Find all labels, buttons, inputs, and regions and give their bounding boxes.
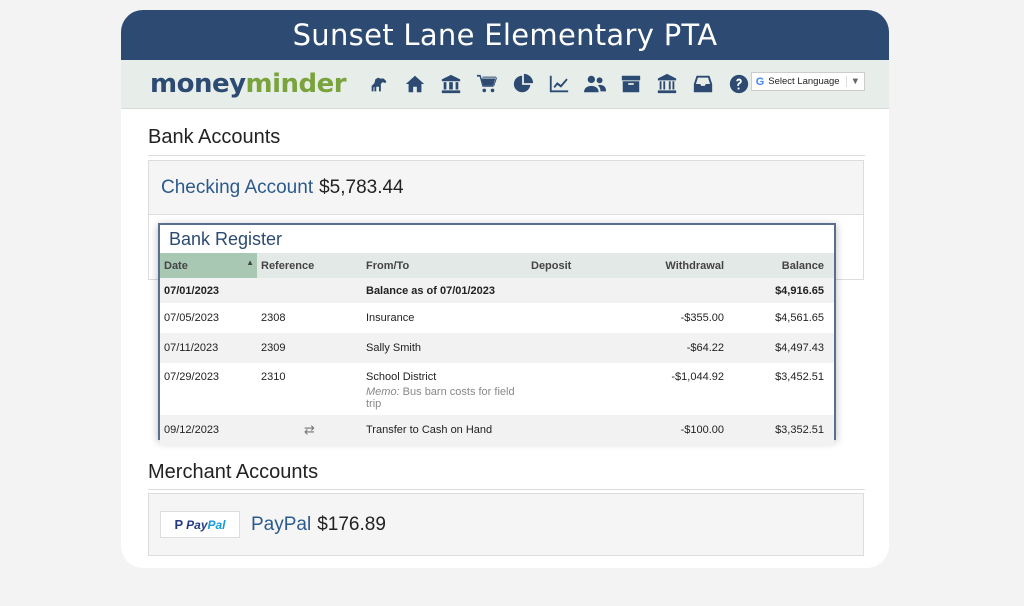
cell-reference: ⇄ (257, 415, 362, 445)
language-selector[interactable]: G Select Language ▼ (750, 72, 865, 91)
inbox-icon[interactable] (686, 68, 720, 100)
cell-withdrawal: -$64.22 (612, 333, 734, 363)
line-chart-icon[interactable] (542, 68, 576, 100)
cell-deposit (527, 303, 612, 333)
paypal-mark-icon: P (174, 517, 184, 532)
column-header-withdrawal[interactable]: Withdrawal (612, 253, 734, 278)
cell-balance: $4,497.43 (734, 333, 834, 363)
cell-from-to: School District Memo: Bus barn costs for… (362, 363, 527, 415)
cell-deposit (527, 278, 612, 303)
horse-icon[interactable] (362, 68, 396, 100)
cell-date: 07/29/2023 (164, 371, 220, 383)
bank-register-popup: Bank Register Date ▲ Reference From/To De… (158, 223, 836, 445)
archive-icon[interactable] (614, 68, 648, 100)
cell-from-to: Balance as of 07/01/2023 (362, 278, 527, 303)
cell-date: 07/11/2023 (160, 333, 257, 363)
cell-reference: 2309 (257, 333, 362, 363)
divider (148, 489, 865, 490)
cell-balance: $3,452.51 (775, 371, 824, 383)
cell-withdrawal: -$1,044.92 (671, 371, 724, 383)
cell-date: 07/01/2023 (160, 278, 257, 303)
main-card: Sunset Lane Elementary PTA moneyminder G… (121, 10, 889, 568)
table-row[interactable]: 07/29/2023 2310 School District Memo: Bu… (160, 363, 834, 415)
logo-part-money: money (150, 69, 246, 99)
cell-deposit (527, 363, 612, 415)
paypal-account-link[interactable]: PayPal (251, 514, 311, 536)
cell-withdrawal: -$100.00 (612, 415, 734, 445)
cell-deposit (527, 333, 612, 363)
bank-icon[interactable] (434, 68, 468, 100)
cell-reference: 2308 (261, 312, 286, 324)
column-header-deposit[interactable]: Deposit (527, 253, 612, 278)
cell-from-to: Sally Smith (362, 333, 527, 363)
column-header-reference[interactable]: Reference (257, 253, 362, 278)
column-header-from-to[interactable]: From/To (362, 253, 527, 278)
column-header-date[interactable]: Date ▲ (160, 253, 257, 278)
cell-balance: $4,561.65 (775, 312, 824, 324)
language-label: Select Language (768, 76, 840, 87)
cell-balance: $3,352.51 (734, 415, 834, 445)
paypal-account-panel: P Pay Pal PayPal $176.89 (148, 493, 864, 556)
table-row[interactable]: 07/11/2023 2309 Sally Smith -$64.22 $4,4… (160, 333, 834, 363)
cell-reference: 2310 (261, 371, 286, 383)
checking-account-header: Checking Account $5,783.44 (149, 161, 863, 215)
chevron-down-icon: ▼ (845, 76, 860, 87)
checking-account-link[interactable]: Checking Account (161, 177, 313, 199)
divider (148, 155, 865, 156)
cell-from-to: Insurance (366, 312, 415, 324)
nav-icon-bar (362, 68, 756, 100)
sort-up-icon: ▲ (246, 258, 254, 267)
pie-chart-icon[interactable] (506, 68, 540, 100)
page-banner: Sunset Lane Elementary PTA (121, 10, 889, 60)
checking-account-balance: $5,783.44 (319, 176, 404, 198)
memo-line: Memo: Bus barn costs for field trip (366, 386, 523, 410)
column-header-balance[interactable]: Balance (734, 253, 834, 278)
table-header-row: Date ▲ Reference From/To Deposit Withdraw… (160, 253, 834, 278)
cell-balance: $4,916.65 (734, 278, 834, 303)
cell-from-to: Transfer to Cash on Hand (362, 415, 527, 445)
bank-accounts-heading: Bank Accounts (148, 126, 281, 148)
merchant-accounts-heading: Merchant Accounts (148, 461, 319, 483)
memo-label: Memo: (366, 386, 400, 398)
home-icon[interactable] (398, 68, 432, 100)
users-icon[interactable] (578, 68, 612, 100)
cell-withdrawal (612, 278, 734, 303)
table-row[interactable]: 07/05/2023 2308 Insurance -$355.00 $4,56… (160, 303, 834, 333)
paypal-account-balance: $176.89 (317, 513, 386, 535)
table-row[interactable]: 09/12/2023 ⇄ Transfer to Cash on Hand -$… (160, 415, 834, 445)
bank-register-title: Bank Register (169, 229, 283, 249)
paypal-logo: P Pay Pal (160, 511, 240, 538)
google-logo-icon: G (755, 75, 765, 88)
cell-date: 09/12/2023 (160, 415, 257, 445)
institution-icon[interactable] (650, 68, 684, 100)
transfer-icon: ⇄ (304, 422, 315, 437)
cell-withdrawal: -$355.00 (680, 312, 724, 324)
table-row[interactable]: 07/01/2023 Balance as of 07/01/2023 $4,9… (160, 278, 834, 303)
cell-reference (257, 278, 362, 303)
navbar: moneyminder G Select Language ▼ (121, 60, 889, 109)
cart-icon[interactable] (470, 68, 504, 100)
cell-date: 07/05/2023 (164, 312, 220, 324)
moneyminder-logo[interactable]: moneyminder (150, 69, 347, 99)
banner-title: Sunset Lane Elementary PTA (292, 18, 718, 52)
bank-register-table: Date ▲ Reference From/To Deposit Withdraw… (160, 253, 834, 445)
payee-name: School District (366, 371, 437, 383)
cell-deposit (527, 415, 612, 445)
logo-part-minder: minder (245, 69, 347, 99)
